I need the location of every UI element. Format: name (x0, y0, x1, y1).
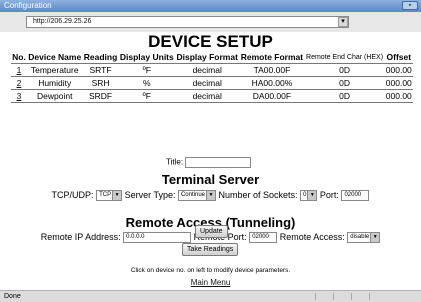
device-format: decimal (175, 89, 240, 103)
device-table: No. Device Name Reading Display Units Di… (11, 52, 413, 103)
device-reading: SRTF (82, 63, 119, 77)
device-remote-format: TA00.00F (239, 63, 305, 77)
title-label: Title: (166, 157, 184, 167)
title-bar: Configuration ▪ (0, 0, 421, 12)
dropdown-arrow-icon: ▼ (112, 191, 122, 201)
device-units: % (118, 76, 176, 90)
url-field[interactable]: http://206.29.25.26 (26, 16, 349, 28)
device-reading: SRH (82, 76, 119, 90)
dropdown-arrow-icon: ▼ (307, 191, 317, 201)
url-dropdown-icon[interactable]: ▾ (338, 17, 348, 27)
window-title: Configuration (4, 1, 52, 10)
device-reading: SRDF (82, 89, 119, 103)
table-header-row: No. Device Name Reading Display Units Di… (11, 52, 413, 64)
status-segment (351, 293, 368, 300)
device-offset: 000.00 (384, 89, 413, 103)
dropdown-arrow-icon: ▼ (370, 233, 380, 243)
device-format: decimal (175, 63, 240, 77)
page-title: DEVICE SETUP (148, 32, 273, 51)
device-endchar: 0D (304, 89, 385, 103)
col-header-endchar: Remote End Char (HEX) (304, 52, 385, 64)
remote-ip-label: Remote IP Address: (40, 232, 121, 242)
server-type-select[interactable]: Continue ▼ (177, 190, 216, 202)
device-link-1[interactable]: 1 (17, 65, 22, 75)
sockets-value: 0 (303, 192, 307, 199)
status-segment (315, 293, 332, 300)
device-remote-format: DA00.00F (239, 89, 305, 103)
title-input[interactable] (185, 157, 252, 168)
col-header-offset: Offset (384, 52, 413, 64)
device-link-3[interactable]: 3 (17, 91, 22, 101)
device-units: ºF (118, 89, 176, 103)
remote-port-input[interactable]: 02000 (249, 232, 278, 244)
address-bar: http://206.29.25.26 ▾ (0, 12, 421, 33)
status-segment (333, 293, 350, 300)
status-bar: Done (0, 290, 421, 302)
col-header-no: No. (11, 52, 27, 64)
window-control-icon[interactable]: ▪ (402, 1, 418, 10)
device-endchar: 0D (304, 63, 385, 77)
col-header-remote: Remote Format (239, 52, 305, 64)
terminal-server-heading: Terminal Server (161, 172, 260, 187)
table-row: 2 Humidity SRH % decimal HA00.00% 0D 000… (11, 76, 413, 90)
sockets-select[interactable]: 0 ▼ (300, 190, 318, 202)
device-name: Temperature (26, 63, 83, 77)
terminal-server-row: TCP/UDP: TCP ▼ Server Type: Continue ▼ Num… (0, 189, 421, 202)
col-header-units: Display Units (118, 52, 176, 64)
sockets-label: Number of Sockets: (218, 190, 298, 200)
tcpudp-label: TCP/UDP: (51, 190, 94, 200)
tcpudp-select[interactable]: TCP ▼ (96, 190, 123, 202)
col-header-reading: Reading (82, 52, 119, 64)
col-header-name: Device Name (26, 52, 83, 64)
remote-access-label: Remote Access: (279, 232, 345, 242)
device-offset: 000.00 (384, 76, 413, 90)
device-name: Humidity (26, 76, 83, 90)
main-menu-container: Main Menu (0, 278, 421, 288)
col-header-format: Display Format (175, 52, 240, 64)
device-link-2[interactable]: 2 (17, 78, 22, 88)
status-segment (369, 293, 386, 300)
browser-window: Configuration ▪ http://206.29.25.26 ▾ DE… (0, 0, 421, 302)
page-content: DEVICE SETUP No. Device Name Reading Dis… (0, 32, 421, 290)
device-remote-format: HA00.00% (239, 76, 305, 90)
device-units: ºF (118, 63, 176, 77)
remote-access-value: disable (350, 234, 370, 241)
device-endchar: 0D (304, 76, 385, 90)
main-menu-link[interactable]: Main Menu (191, 278, 231, 287)
dropdown-arrow-icon: ▼ (206, 191, 215, 201)
remote-access-select[interactable]: disable ▼ (347, 232, 381, 244)
device-offset: 000.00 (384, 63, 413, 77)
table-row: 3 Dewpoint SRDF ºF decimal DA00.00F 0D 0… (11, 89, 413, 103)
update-button[interactable]: Update (195, 225, 228, 238)
help-note: Click on device no. on left to modify de… (130, 267, 291, 274)
status-text: Done (4, 293, 21, 300)
tcpudp-value: TCP (99, 192, 112, 199)
server-type-label: Server Type: (124, 190, 176, 200)
title-field-group: Title: (166, 157, 252, 168)
server-type-value: Continue (180, 192, 205, 199)
device-name: Dewpoint (26, 89, 83, 103)
remote-ip-input[interactable]: 0.0.0.0 (123, 232, 192, 244)
port-input[interactable]: 02000 (341, 190, 370, 202)
device-format: decimal (175, 76, 240, 90)
table-row: 1 Temperature SRTF ºF decimal TA00.00F 0… (11, 63, 413, 77)
port-label: Port: (319, 190, 339, 200)
take-readings-button[interactable]: Take Readings (182, 243, 239, 256)
